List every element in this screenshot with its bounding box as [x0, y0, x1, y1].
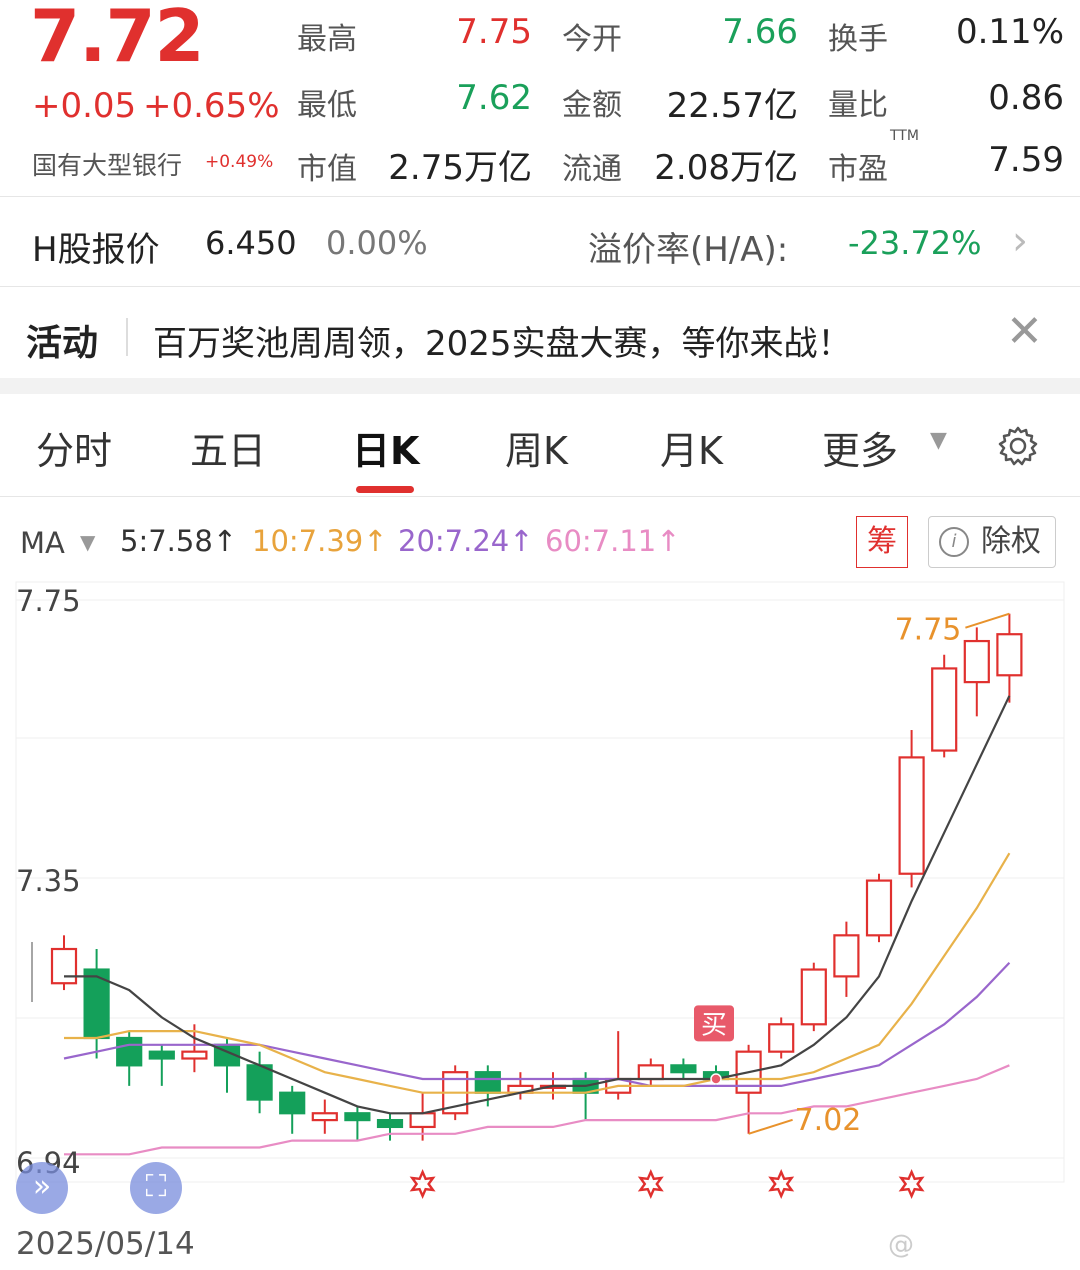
exright-label: 除权 [981, 524, 1041, 559]
info-icon: i [939, 527, 969, 557]
sector-name[interactable]: 国有大型银行 [32, 146, 182, 182]
high-leader [965, 612, 1010, 629]
tab-five-day[interactable]: 五日 [190, 420, 266, 475]
tab-intraday[interactable]: 分时 [36, 420, 112, 475]
candle-up [800, 968, 827, 1026]
event-star-icon [898, 1169, 925, 1199]
price-change: +0.05 [32, 86, 137, 126]
amount-value: 22.57亿 [666, 86, 798, 126]
buy-point [710, 1073, 722, 1085]
section-gap [0, 378, 1080, 394]
chart-date: 2025/05/14 [16, 1226, 195, 1262]
ma10-value: 10:7.39↑ [252, 524, 388, 558]
premium-label: 溢价率(H/A): [588, 230, 789, 270]
caret-down-icon[interactable]: ▼ [80, 530, 95, 554]
low-leader [748, 1118, 793, 1135]
open-value: 7.66 [722, 12, 798, 52]
y-tick-label: 7.35 [16, 864, 81, 898]
close-icon[interactable]: ✕ [1006, 306, 1043, 357]
event-star-icon [409, 1169, 436, 1199]
ma-label[interactable]: MA [20, 526, 65, 560]
ma20-value: 20:7.24↑ [398, 524, 534, 558]
candle-down [116, 1036, 143, 1067]
turnover-value: 0.11% [955, 12, 1064, 52]
event-star-icon [637, 1169, 664, 1199]
ma5-value: 5:7.58↑ [120, 524, 238, 558]
pe-label: 市盈 [828, 152, 888, 187]
candle-up [311, 1112, 338, 1122]
pe-value: 7.59 [988, 140, 1064, 180]
candle-down [148, 1050, 175, 1060]
premium-value: -23.72% [848, 224, 982, 262]
chevron-right-icon[interactable]: › [1012, 218, 1028, 264]
expand-icon[interactable]: » [16, 1162, 68, 1214]
candle-up [409, 1112, 436, 1129]
activity-label: 活动 [26, 323, 99, 364]
divider [0, 286, 1080, 287]
candle-up [50, 947, 78, 985]
high-value: 7.75 [456, 12, 532, 52]
active-tab-indicator [356, 486, 414, 493]
activity-separator [126, 318, 128, 356]
candle-down [376, 1118, 404, 1129]
low-price-label: 7.02 [795, 1103, 862, 1138]
hshare-change: 0.00% [326, 224, 428, 262]
candle-up [833, 934, 860, 978]
candle-up [768, 1023, 795, 1053]
low-value: 7.62 [456, 78, 532, 118]
market-cap-label: 市值 [297, 152, 357, 187]
kline-chart[interactable]: 7.75 7.02 买 [0, 578, 1080, 1218]
price-change-pct: +0.65% [143, 86, 280, 126]
candle-down [246, 1064, 273, 1101]
watermark: @ [888, 1230, 914, 1260]
sector-change: +0.49% [205, 152, 274, 172]
tab-more[interactable]: 更多 [822, 420, 898, 475]
chip-distribution-button[interactable]: 筹 [856, 516, 908, 568]
high-price-label: 7.75 [895, 613, 962, 648]
tab-weekly-k[interactable]: 周K [505, 420, 568, 475]
ma20-line [63, 961, 1011, 1087]
hshare-label: H股报价 [32, 230, 160, 270]
float-cap-label: 流通 [562, 152, 622, 187]
candle-down [474, 1071, 501, 1094]
buy-marker-label: 买 [701, 1010, 727, 1040]
gear-icon[interactable] [996, 424, 1040, 468]
volume-ratio-label: 量比 [828, 88, 888, 123]
low-label: 最低 [297, 88, 357, 123]
candle-down [344, 1112, 371, 1122]
candle-up [181, 1050, 208, 1060]
exright-button[interactable]: i 除权 [928, 516, 1056, 568]
divider [0, 196, 1080, 197]
divider [0, 496, 1080, 497]
candle-up [996, 633, 1023, 677]
caret-down-icon[interactable]: ▼ [930, 428, 947, 453]
candle-up [931, 667, 958, 752]
y-tick-label: 7.75 [16, 584, 81, 618]
fullscreen-icon[interactable]: ⛶ [130, 1162, 182, 1214]
amount-label: 金额 [562, 88, 622, 123]
float-cap-value: 2.08万亿 [654, 148, 798, 188]
candle-up [865, 879, 893, 937]
candle-down [670, 1064, 697, 1074]
candle-down [279, 1091, 306, 1115]
activity-text[interactable]: 百万奖池周周领，2025实盘大赛，等你来战！ [153, 316, 852, 365]
ma60-value: 60:7.11↑ [545, 524, 681, 558]
volume-ratio-value: 0.86 [988, 78, 1064, 118]
current-price: 7.72 [30, 0, 205, 78]
event-star-icon [768, 1169, 795, 1199]
high-label: 最高 [297, 22, 357, 57]
hshare-price: 6.450 [205, 224, 297, 262]
open-label: 今开 [562, 22, 622, 57]
turnover-label: 换手 [828, 22, 888, 57]
tab-monthly-k[interactable]: 月K [660, 420, 723, 475]
candle-up [898, 756, 925, 875]
tab-daily-k[interactable]: 日K [352, 420, 419, 475]
candle-up [637, 1064, 664, 1081]
candle-up [963, 639, 990, 684]
market-cap-value: 2.75万亿 [388, 148, 532, 188]
